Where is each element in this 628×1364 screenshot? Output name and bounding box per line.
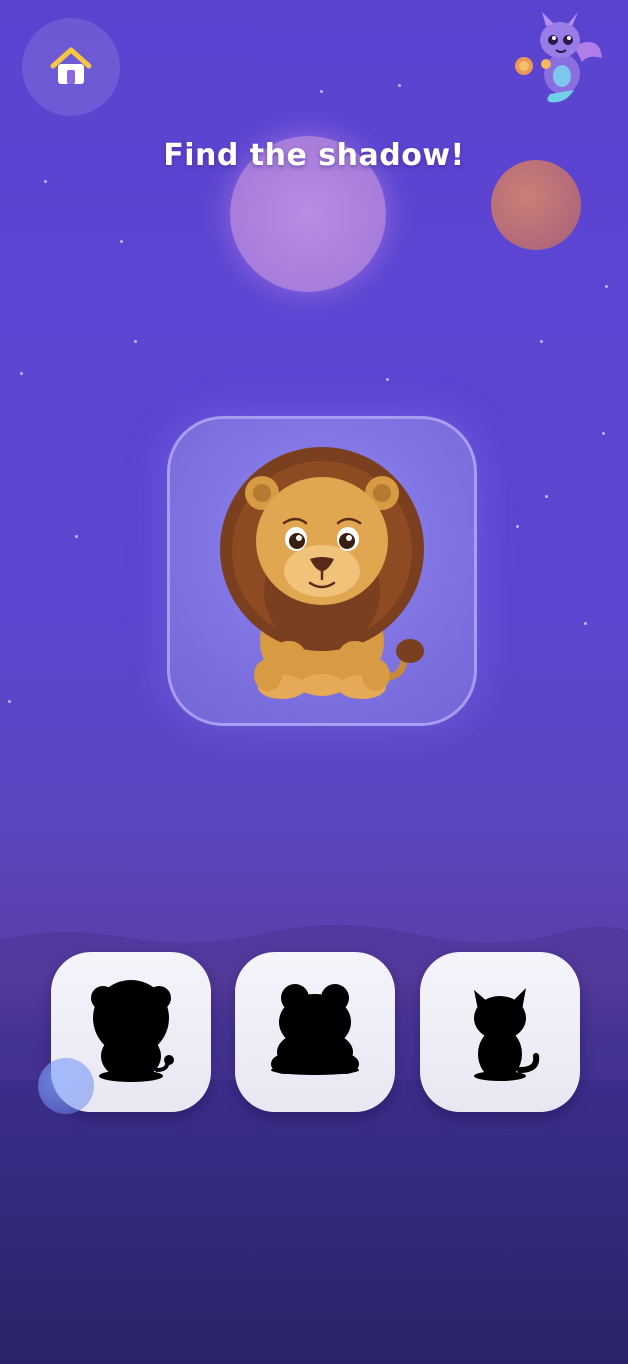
star [545, 495, 548, 498]
star [540, 340, 543, 343]
star [605, 285, 608, 288]
dragon-mascot-icon[interactable] [512, 6, 608, 106]
house-icon [50, 47, 92, 84]
glow-bubble [38, 1058, 94, 1114]
star [120, 240, 123, 243]
star [8, 700, 11, 703]
star [44, 180, 47, 183]
choice-cat-silhouette[interactable] [420, 952, 580, 1112]
star [386, 378, 389, 381]
cat-silhouette-icon [474, 988, 540, 1081]
star [320, 90, 323, 93]
game-scene: Find the shadow! [0, 0, 628, 1364]
star [602, 432, 605, 435]
page-title: Find the shadow! [163, 138, 465, 173]
star [75, 535, 78, 538]
target-animal-card [167, 416, 477, 726]
star [20, 372, 23, 375]
star [398, 84, 401, 87]
planet [491, 160, 581, 250]
choice-frog-silhouette[interactable] [235, 952, 395, 1112]
frog-silhouette-icon [271, 984, 359, 1075]
lion-illustration [220, 447, 424, 699]
home-button[interactable] [22, 18, 120, 116]
star [584, 622, 587, 625]
star [134, 340, 137, 343]
star [516, 525, 519, 528]
